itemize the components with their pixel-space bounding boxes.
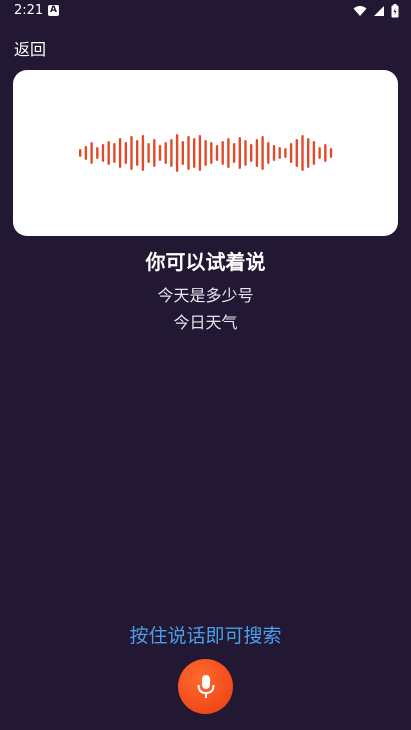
waveform-bar [187, 136, 190, 170]
waveform-bar [318, 147, 321, 159]
status-time: 2:21 [14, 3, 44, 18]
waveform-bar [198, 135, 202, 171]
waveform-bar [267, 142, 270, 164]
waveform-bar [324, 144, 327, 162]
wifi-icon [353, 6, 367, 16]
waveform-bar [158, 145, 162, 161]
waveform-bar [113, 143, 116, 163]
waveform-bar [261, 136, 264, 170]
waveform-bar [84, 146, 88, 160]
back-button[interactable]: 返回 [14, 36, 46, 60]
waveform-bar [153, 139, 156, 167]
status-bar: 2:21 A [0, 0, 411, 24]
waveform-bar [221, 141, 224, 165]
waveform-bar [101, 144, 105, 162]
waveform-bar [130, 136, 133, 170]
waveform-bar [278, 147, 281, 159]
microphone-icon [197, 674, 214, 698]
waveform-bar [307, 138, 310, 168]
waveform-bar [284, 148, 287, 158]
signal-icon [374, 6, 384, 16]
status-icons [353, 4, 399, 18]
suggestion-item: 今日天气 [173, 313, 238, 332]
waveform-bar [147, 143, 150, 163]
voice-waveform [79, 134, 333, 172]
waveform-bar [204, 140, 207, 166]
waveform-bar [181, 141, 184, 165]
waveform-bar [90, 142, 93, 164]
waveform-bar [272, 145, 276, 161]
waveform-bar [141, 135, 145, 171]
waveform-bar [175, 134, 179, 172]
battery-icon [391, 4, 399, 18]
waveform-bar [96, 147, 99, 159]
waveform-bar [107, 141, 110, 165]
waveform-bar [170, 139, 173, 167]
waveform-bar [250, 144, 253, 162]
waveform-card [13, 70, 398, 236]
waveform-bar [301, 135, 304, 171]
a-letter-icon: A [48, 5, 59, 16]
waveform-bar [329, 148, 333, 158]
waveform-bar [215, 145, 219, 161]
waveform-bar [289, 143, 293, 163]
waveform-bar [232, 143, 236, 163]
waveform-bar [244, 140, 247, 166]
waveform-bar [227, 138, 230, 168]
waveform-bar [295, 139, 298, 167]
waveform-bar [118, 138, 122, 168]
waveform-bar [79, 149, 82, 157]
waveform-bar [193, 138, 196, 168]
waveform-bar [136, 140, 139, 166]
waveform-bar [255, 139, 259, 167]
waveform-bar [124, 142, 127, 164]
waveform-bar [210, 142, 213, 164]
hint-title: 你可以试着说 [145, 250, 266, 274]
press-to-talk-hint: 按住说话即可搜索 [129, 625, 282, 647]
suggestion-item: 今天是多少号 [157, 286, 254, 305]
waveform-bar [164, 142, 167, 164]
waveform-bar [312, 141, 316, 165]
microphone-button[interactable] [178, 659, 233, 714]
waveform-bar [238, 137, 241, 169]
